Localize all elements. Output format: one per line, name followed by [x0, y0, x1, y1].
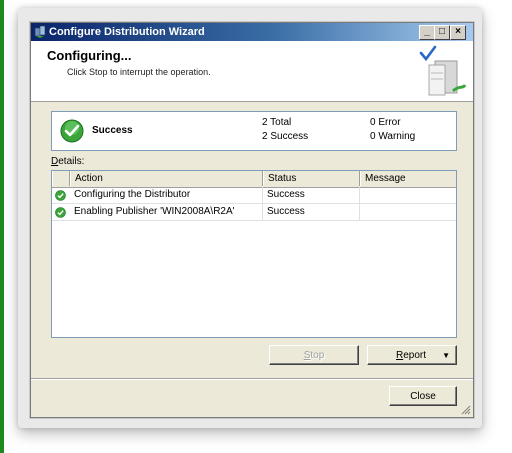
dropdown-arrow-icon: ▼: [442, 351, 450, 360]
success-count: 2 Success: [262, 131, 309, 142]
close-window-button[interactable]: ×: [450, 25, 466, 40]
success-check-icon: [60, 119, 84, 143]
summary-panel: Success 2 Total 2 Success 0 Error 0 Warn…: [51, 111, 457, 151]
page-subtitle: Click Stop to interrupt the operation.: [67, 67, 211, 77]
row-action: Configuring the Distributor: [70, 187, 263, 203]
window-title: Configure Distribution Wizard: [49, 26, 205, 38]
total-count: 2 Total: [262, 117, 292, 128]
close-button[interactable]: Close: [389, 386, 457, 406]
result-label: Success: [92, 125, 133, 136]
row-message: [360, 187, 456, 203]
wizard-window: Configure Distribution Wizard _ □ × Conf…: [30, 22, 474, 418]
footer-separator: [31, 378, 473, 380]
stop-button[interactable]: Stop: [269, 345, 359, 365]
report-label: eport: [403, 350, 427, 361]
row-action: Enabling Publisher 'WIN2008A\R2A': [70, 204, 263, 220]
row-status: Success: [263, 204, 360, 220]
row-message: [360, 204, 456, 220]
row-status: Success: [263, 187, 360, 203]
minimize-button[interactable]: _: [419, 25, 435, 40]
error-count: 0 Error: [370, 117, 401, 128]
table-row[interactable]: Configuring the Distributor Success: [52, 187, 456, 204]
column-header-message[interactable]: Message: [360, 171, 456, 186]
server-checkmark-icon: [419, 45, 467, 96]
left-accent-bar: [0, 0, 4, 453]
warning-count: 0 Warning: [370, 131, 416, 142]
wizard-header: Configuring... Click Stop to interrupt t…: [31, 41, 473, 102]
resize-grip-icon[interactable]: [461, 405, 471, 415]
details-grid[interactable]: Action Status Message Configuring the Di…: [51, 170, 457, 338]
row-success-icon: [55, 190, 66, 201]
report-button[interactable]: Report ▼: [367, 345, 457, 365]
details-label-text: etails:: [58, 156, 85, 167]
column-header-status[interactable]: Status: [263, 171, 360, 186]
column-header-action[interactable]: Action: [70, 171, 263, 186]
stop-label: top: [310, 350, 325, 361]
page-title: Configuring...: [47, 48, 132, 63]
app-icon: [34, 25, 46, 38]
title-bar[interactable]: Configure Distribution Wizard _ □ ×: [31, 23, 473, 41]
row-success-icon: [55, 207, 66, 218]
details-label: Details:: [51, 156, 84, 167]
grid-header-icon-col: [52, 171, 70, 186]
maximize-button[interactable]: □: [434, 25, 450, 40]
table-row[interactable]: Enabling Publisher 'WIN2008A\R2A' Succes…: [52, 204, 456, 221]
grid-header: Action Status Message: [52, 171, 456, 188]
